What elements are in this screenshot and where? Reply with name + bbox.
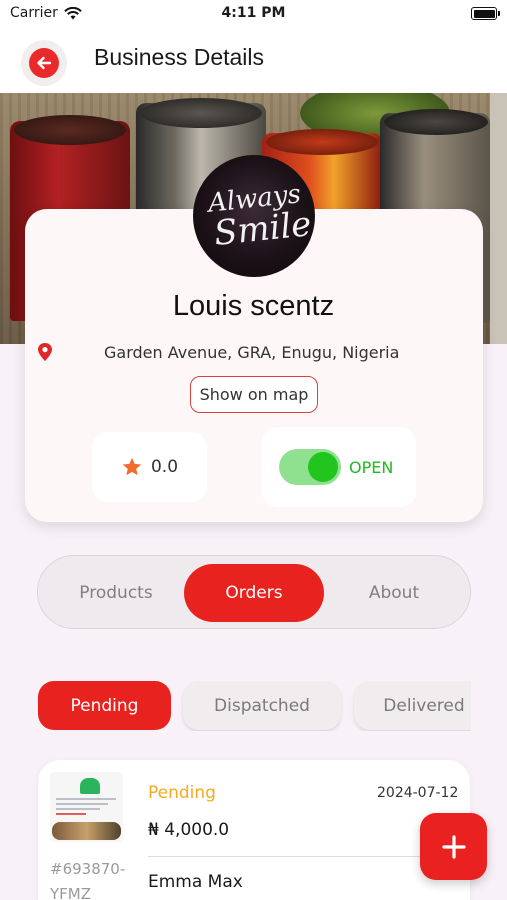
tab-about[interactable]: About <box>324 564 464 622</box>
rating-value: 0.0 <box>150 457 179 477</box>
location-pin-icon <box>38 343 52 361</box>
star-icon <box>122 457 142 476</box>
business-address: Garden Avenue, GRA, Enugu, Nigeria <box>104 343 400 362</box>
order-divider <box>148 856 458 857</box>
filter-delivered[interactable]: Delivered <box>354 681 471 730</box>
business-logo: Always Smile <box>193 155 315 277</box>
logo-text-line-2: Smile <box>212 204 314 254</box>
filter-pending[interactable]: Pending <box>38 681 171 730</box>
order-filter-chips: Pending Dispatched Delivered <box>38 681 471 731</box>
tab-products[interactable]: Products <box>46 564 186 622</box>
business-tabs: Products Orders About <box>37 555 471 629</box>
open-status-box: OPEN <box>262 427 416 507</box>
battery-icon <box>471 7 500 20</box>
order-status: Pending <box>148 783 216 803</box>
status-time: 4:11 PM <box>221 5 286 21</box>
plus-icon <box>441 834 466 859</box>
rating-badge: 0.0 <box>92 432 207 502</box>
app-header: Business Details <box>0 28 507 93</box>
show-on-map-button[interactable]: Show on map <box>190 376 318 413</box>
open-status-label: OPEN <box>349 457 394 477</box>
open-status-toggle[interactable] <box>279 449 341 485</box>
tab-orders[interactable]: Orders <box>184 564 324 622</box>
order-amount: ₦ 4,000.0 <box>148 820 230 840</box>
order-id: #693870-YFMZ <box>50 860 126 900</box>
business-name: Louis scentz <box>172 290 335 322</box>
arrow-left-icon <box>37 56 52 70</box>
add-button[interactable] <box>420 813 487 880</box>
order-customer-name: Emma Max <box>148 872 243 892</box>
order-product-image <box>50 772 123 842</box>
order-date: 2024-07-12 <box>377 785 459 801</box>
status-bar: Carrier 4:11 PM <box>0 0 507 28</box>
filter-dispatched[interactable]: Dispatched <box>183 681 341 730</box>
page-title: Business Details <box>94 44 265 70</box>
back-button[interactable] <box>21 40 67 86</box>
